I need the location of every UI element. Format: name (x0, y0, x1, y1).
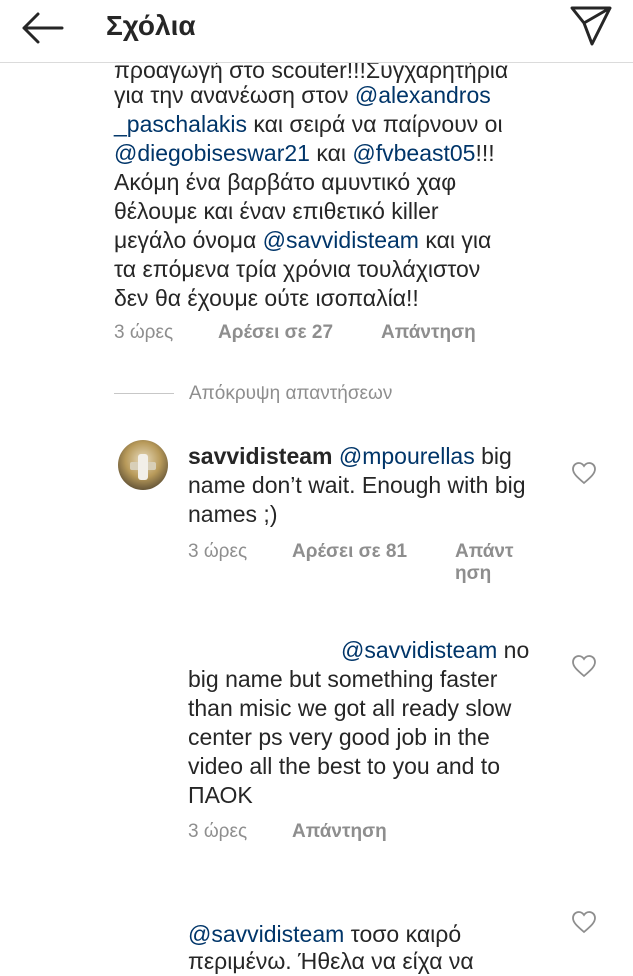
mention-link[interactable]: _paschalakis (114, 111, 247, 137)
comment-text-line: δεν θα έχουμε ούτε ισοπαλία!! (114, 285, 419, 311)
comments-list: προαγωγή στο scouter!!!Συγχαρητήρια για … (0, 0, 633, 974)
mention-link[interactable]: @savvidisteam (188, 921, 344, 947)
username-link[interactable]: savvidisteam (188, 443, 332, 469)
reply-text-line: center ps very good job in the (188, 724, 490, 750)
mention-link[interactable]: @mpourellas (339, 443, 475, 469)
heart-icon[interactable] (571, 910, 597, 934)
reply-text-line: video all the best to you and to (188, 753, 500, 779)
comment-time: 3 ώρες (114, 322, 174, 343)
comment-text-line: τα επόμενα τρία χρόνια τουλάχιστον (114, 256, 481, 282)
reply-text-line: than misic we got all ready slow (188, 695, 512, 721)
reply-text-line: @savvidisteam τοσο καιρό (188, 921, 462, 947)
mention-link[interactable]: @savvidisteam (341, 637, 497, 663)
reply-text-line: ΠΑΟΚ (188, 782, 253, 808)
reply-text-line: name don’t wait. Enough with big (188, 472, 526, 498)
mention-link[interactable]: @fvbeast05 (352, 140, 475, 166)
reply-text-line: savvidisteam @mpourellas big (188, 443, 512, 469)
reply-text-line: big name but something faster (188, 666, 498, 692)
mention-link[interactable]: @diegobiseswar21 (114, 140, 310, 166)
comment-text-line: _paschalakis και σειρά να παίρνουν οι (114, 111, 503, 137)
back-arrow-icon[interactable] (18, 8, 66, 48)
divider-line (114, 393, 174, 394)
comment-text-line: θέλουμε και έναν επιθετικό killer (114, 198, 439, 224)
heart-icon[interactable] (571, 654, 597, 678)
comment-text-line: @diegobiseswar21 και @fvbeast05!!! (114, 140, 495, 166)
reply-text-partial: περιμένω. Ήθελα να είχα να (188, 948, 474, 974)
hide-replies-label: Απόκρυψη απαντήσεων (189, 383, 393, 404)
comment-text-line: για την ανανέωση στον @alexandros (114, 82, 491, 108)
heart-icon[interactable] (571, 461, 597, 485)
direct-message-icon[interactable] (568, 4, 614, 48)
avatar[interactable] (118, 440, 168, 490)
comment-text-line: Ακόμη ένα βαρβάτο αμυντικό χαφ (114, 169, 457, 195)
reply-button[interactable]: Απάντηση (292, 821, 387, 843)
top-bar: Σχόλια (0, 0, 633, 63)
reply-text-line: @savvidisteam no (341, 637, 530, 663)
comment-text-line: μεγάλο όνομα @savvidisteam και για (114, 227, 492, 253)
mention-link[interactable]: @savvidisteam (263, 227, 419, 253)
likes-count-button[interactable]: Αρέσει σε 27 (218, 322, 333, 344)
page-title: Σχόλια (106, 10, 196, 41)
reply-button[interactable]: Απάντηση (455, 541, 513, 585)
reply-button[interactable]: Απάντηση (381, 322, 476, 344)
likes-count-button[interactable]: Αρέσει σε 81 (292, 541, 407, 563)
reply-text-line: names ;) (188, 501, 278, 527)
reply-time: 3 ώρες (188, 541, 248, 562)
reply-time: 3 ώρες (188, 821, 248, 842)
mention-link[interactable]: @alexandros (355, 82, 491, 108)
